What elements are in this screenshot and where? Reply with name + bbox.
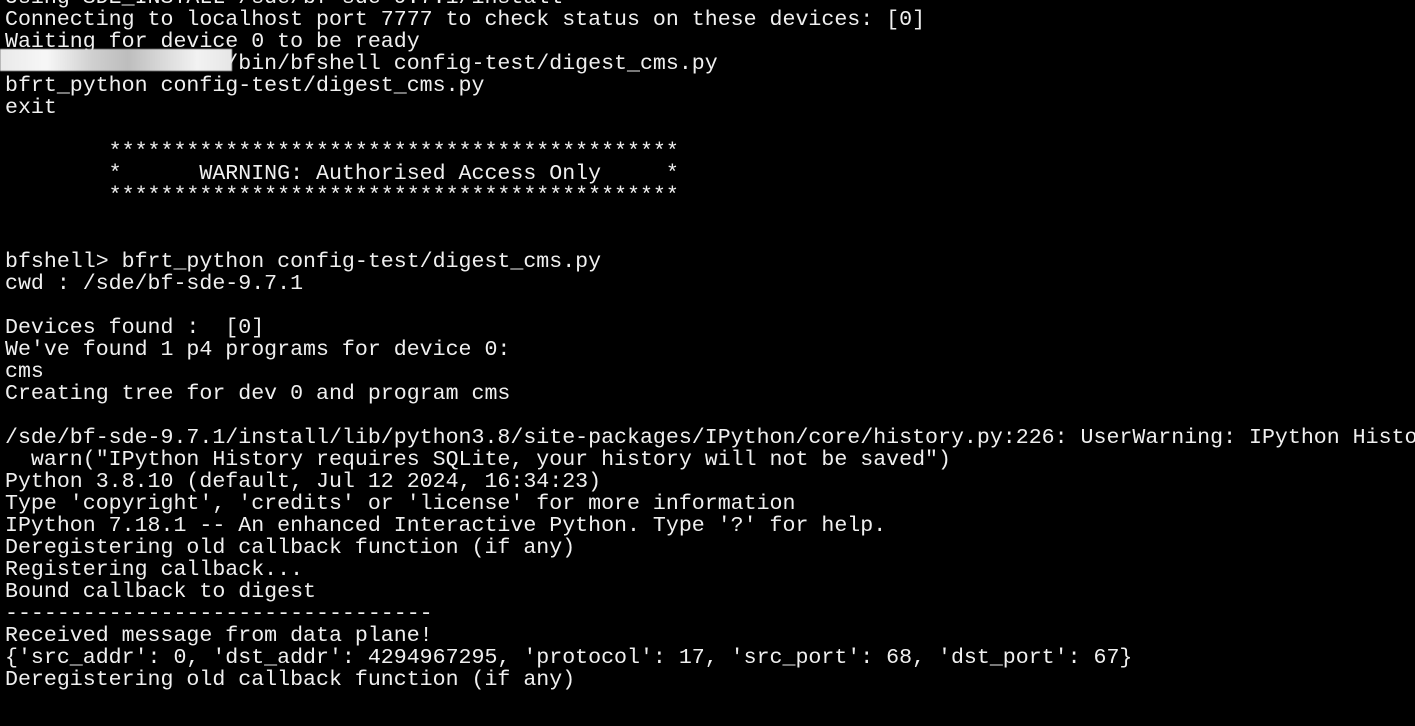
terminal-line: Deregistering old callback function (if … [5, 668, 576, 692]
terminal-line: exit [5, 96, 57, 120]
user-warning-line: /sde/bf-sde-9.7.1/install/lib/python3.8/… [5, 426, 1415, 450]
terminal-line: Deregistering old callback function (if … [5, 536, 576, 560]
terminal-line: IPython 7.18.1 -- An enhanced Interactiv… [5, 514, 887, 538]
warning-banner-bottom: ****************************************… [5, 184, 679, 208]
terminal-line: Python 3.8.10 (default, Jul 12 2024, 16:… [5, 470, 602, 494]
terminal-window[interactable]: Using SDE_INSTALL /sde/bf-sde-9.7.1/inst… [0, 0, 1415, 726]
terminal-line: bfrt_python config-test/digest_cms.py [5, 74, 485, 98]
terminal-line: Bound callback to digest [5, 580, 317, 604]
terminal-line: cwd : /sde/bf-sde-9.7.1 [5, 272, 304, 296]
terminal-line: warn("IPython History requires SQLite, y… [5, 448, 951, 472]
terminal-line: cms [5, 360, 44, 384]
warning-banner-top: ****************************************… [5, 140, 679, 164]
terminal-output: Using SDE_INSTALL /sde/bf-sde-9.7.1/inst… [5, 0, 1415, 713]
terminal-line: Creating tree for dev 0 and program cms [5, 382, 511, 406]
terminal-line: Received message from data plane! [5, 624, 433, 648]
separator-line: --------------------------------- [5, 602, 433, 626]
terminal-line: Type 'copyright', 'credits' or 'license'… [5, 492, 796, 516]
terminal-line: Connecting to localhost port 7777 to che… [5, 8, 926, 32]
warning-banner-text: * WARNING: Authorised Access Only * [5, 162, 679, 186]
terminal-line: We've found 1 p4 programs for device 0: [5, 338, 511, 362]
digest-message-line: {'src_addr': 0, 'dst_addr': 4294967295, … [5, 646, 1133, 670]
terminal-line: Registering callback... [5, 558, 304, 582]
bfshell-prompt-line: bfshell> bfrt_python config-test/digest_… [5, 250, 602, 274]
terminal-line: Devices found : [0] [5, 316, 265, 340]
redacted-path-blur [0, 49, 232, 71]
